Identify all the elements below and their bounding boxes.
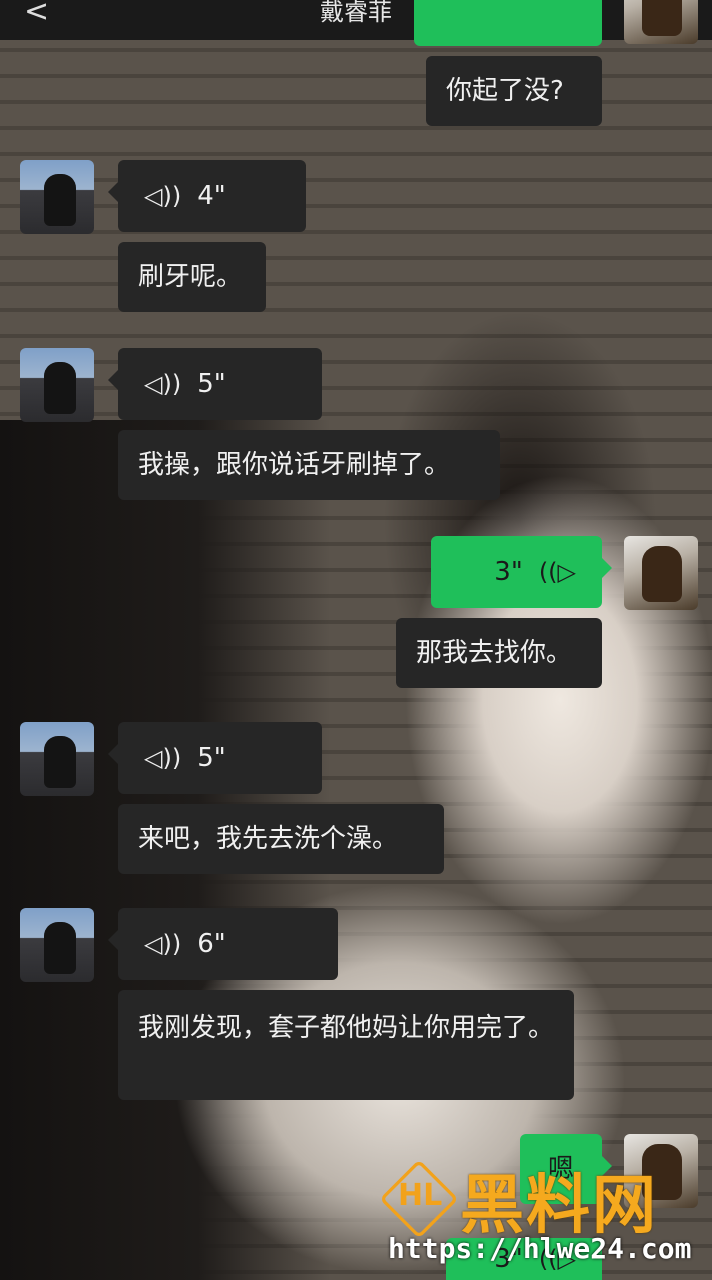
voice-duration: 4" [197, 181, 226, 211]
message-text: 我刚发现，套子都他妈让你用完了。 [138, 1013, 555, 1043]
watermark-logo-text: HL [398, 1178, 443, 1213]
voice-message[interactable]: ◁)) 6" [108, 908, 338, 980]
my-avatar[interactable] [624, 0, 698, 44]
message-text: 你起了没? [446, 76, 564, 106]
message-bubble[interactable]: 刷牙呢。 [118, 242, 266, 312]
voice-message[interactable]: ◁)) 4" [108, 160, 306, 232]
sound-wave-icon: ((▷ [538, 558, 576, 586]
voice-duration: 6" [197, 929, 226, 959]
message-bubble[interactable]: 我操，跟你说话牙刷掉了。 [118, 430, 500, 500]
sound-wave-icon: ◁)) [144, 744, 182, 772]
message-text: 来吧，我先去洗个澡。 [138, 824, 399, 854]
my-avatar[interactable] [624, 536, 698, 610]
watermark: HL 黑料网 https://hlwe24.com [379, 1159, 704, 1270]
message-text: 刷牙呢。 [138, 262, 243, 292]
sound-wave-icon: ◁)) [144, 182, 182, 210]
voice-duration: 3" [494, 557, 523, 587]
contact-avatar[interactable] [20, 348, 94, 422]
contact-avatar[interactable] [20, 722, 94, 796]
message-text: 那我去找你。 [416, 638, 573, 668]
watermark-url: https://hlwe24.com [388, 1232, 692, 1265]
message-bubble[interactable]: 你起了没? [426, 56, 602, 126]
chat-header: < 戴睿菲 ··· [0, 0, 712, 40]
sound-wave-icon: ◁)) [144, 370, 182, 398]
cut-off-message[interactable] [414, 0, 602, 46]
contact-avatar[interactable] [20, 908, 94, 982]
sound-wave-icon: ◁)) [144, 930, 182, 958]
message-bubble[interactable]: 那我去找你。 [396, 618, 602, 688]
voice-message[interactable]: 3" ((▷ [431, 536, 612, 608]
chat-title: 戴睿菲 [320, 0, 392, 26]
message-bubble[interactable]: 来吧，我先去洗个澡。 [118, 804, 444, 874]
voice-message[interactable]: ◁)) 5" [108, 722, 322, 794]
contact-avatar[interactable] [20, 160, 94, 234]
message-text: 我操，跟你说话牙刷掉了。 [138, 450, 451, 480]
message-bubble[interactable]: 我刚发现，套子都他妈让你用完了。 [118, 990, 574, 1100]
voice-duration: 5" [197, 743, 226, 773]
voice-duration: 5" [197, 369, 226, 399]
voice-message[interactable]: ◁)) 5" [108, 348, 322, 420]
